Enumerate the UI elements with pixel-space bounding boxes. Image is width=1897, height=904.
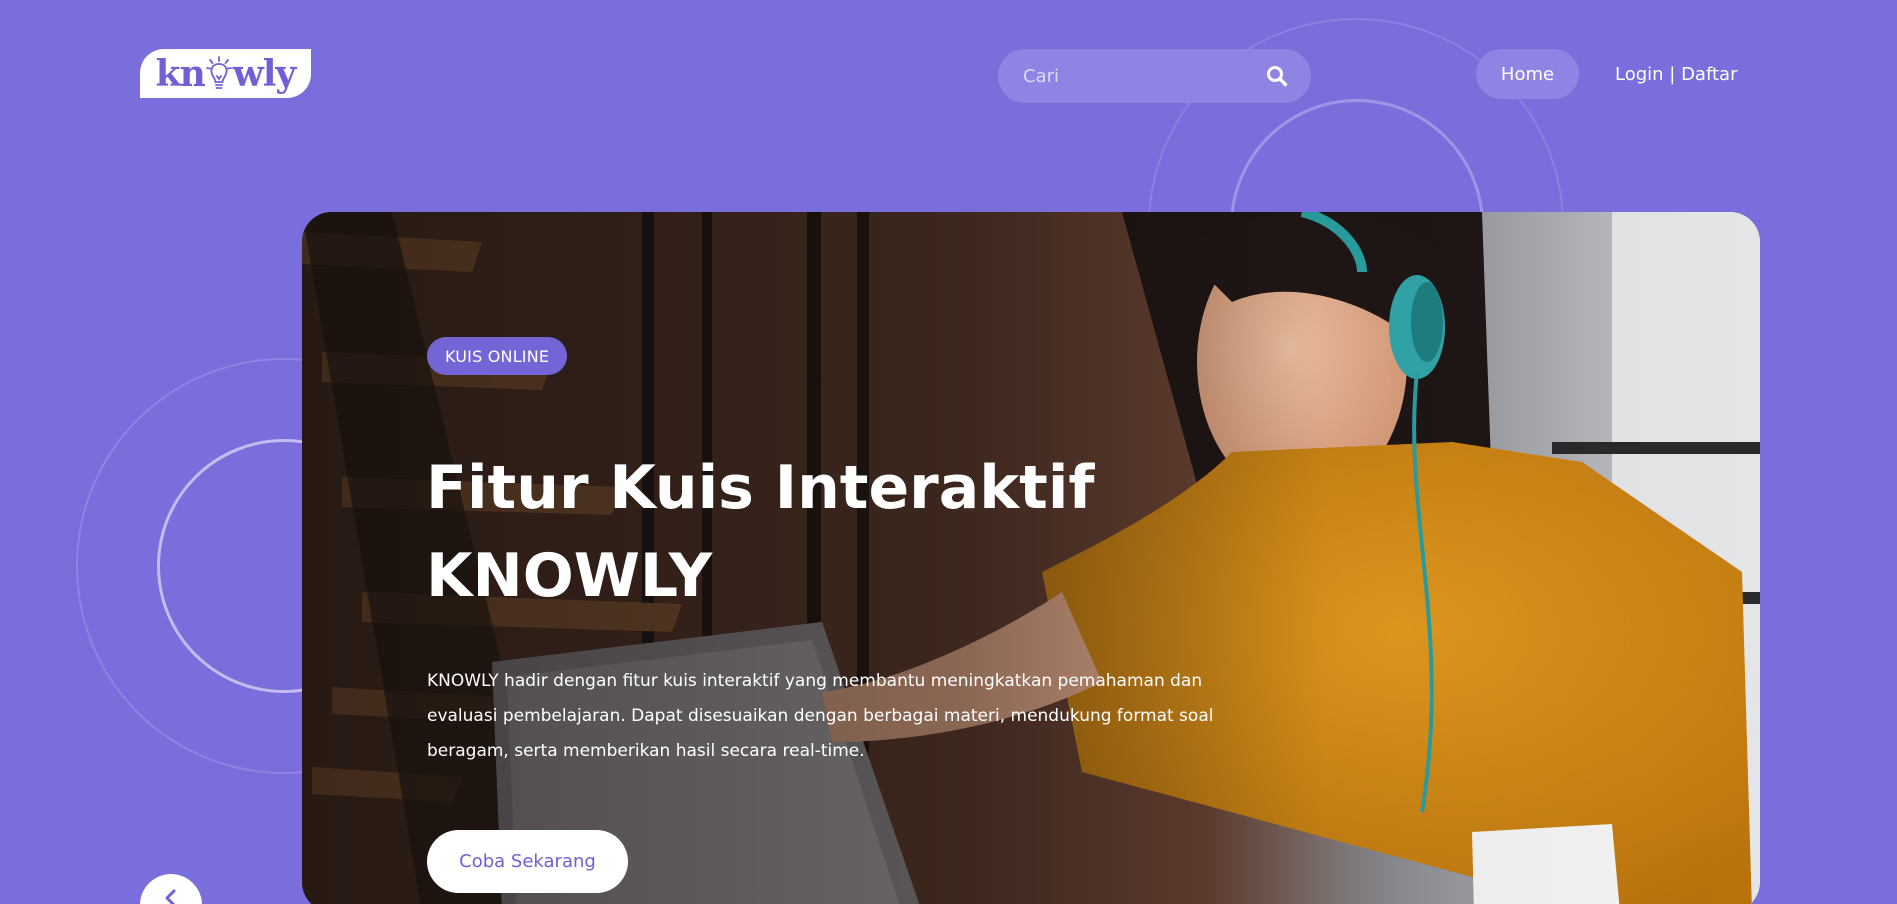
logo[interactable]: kn wly bbox=[140, 49, 311, 98]
try-now-button[interactable]: Coba Sekarang bbox=[427, 830, 628, 893]
category-badge: KUIS ONLINE bbox=[427, 337, 568, 375]
hero-title-line-2: KNOWLY bbox=[426, 541, 713, 611]
nav-home-link[interactable]: Home bbox=[1476, 49, 1579, 99]
nav-login-register-link[interactable]: Login | Daftar bbox=[1615, 49, 1737, 99]
search-icon[interactable] bbox=[1265, 64, 1289, 88]
hero-title-line-1: Fitur Kuis Interaktif bbox=[426, 453, 1095, 523]
hero-banner: KUIS ONLINE Fitur Kuis Interaktif KNOWLY… bbox=[302, 212, 1760, 904]
search-bar bbox=[998, 49, 1311, 103]
search-input[interactable] bbox=[1023, 65, 1265, 87]
logo-wordmark: kn wly bbox=[155, 52, 297, 95]
lightbulb-icon bbox=[205, 55, 232, 92]
logo-text-left: kn bbox=[155, 52, 206, 95]
landing-page: kn wly Cari Home Login | Daftar KUIS ONL… bbox=[0, 0, 1897, 904]
carousel-prev-button[interactable] bbox=[140, 874, 202, 904]
chevron-left-icon bbox=[161, 888, 181, 904]
hero-description: KNOWLY hadir dengan fitur kuis interakti… bbox=[427, 671, 1214, 761]
hero-title: Fitur Kuis Interaktif KNOWLY bbox=[426, 444, 1126, 620]
logo-text-right: wly bbox=[232, 52, 297, 95]
